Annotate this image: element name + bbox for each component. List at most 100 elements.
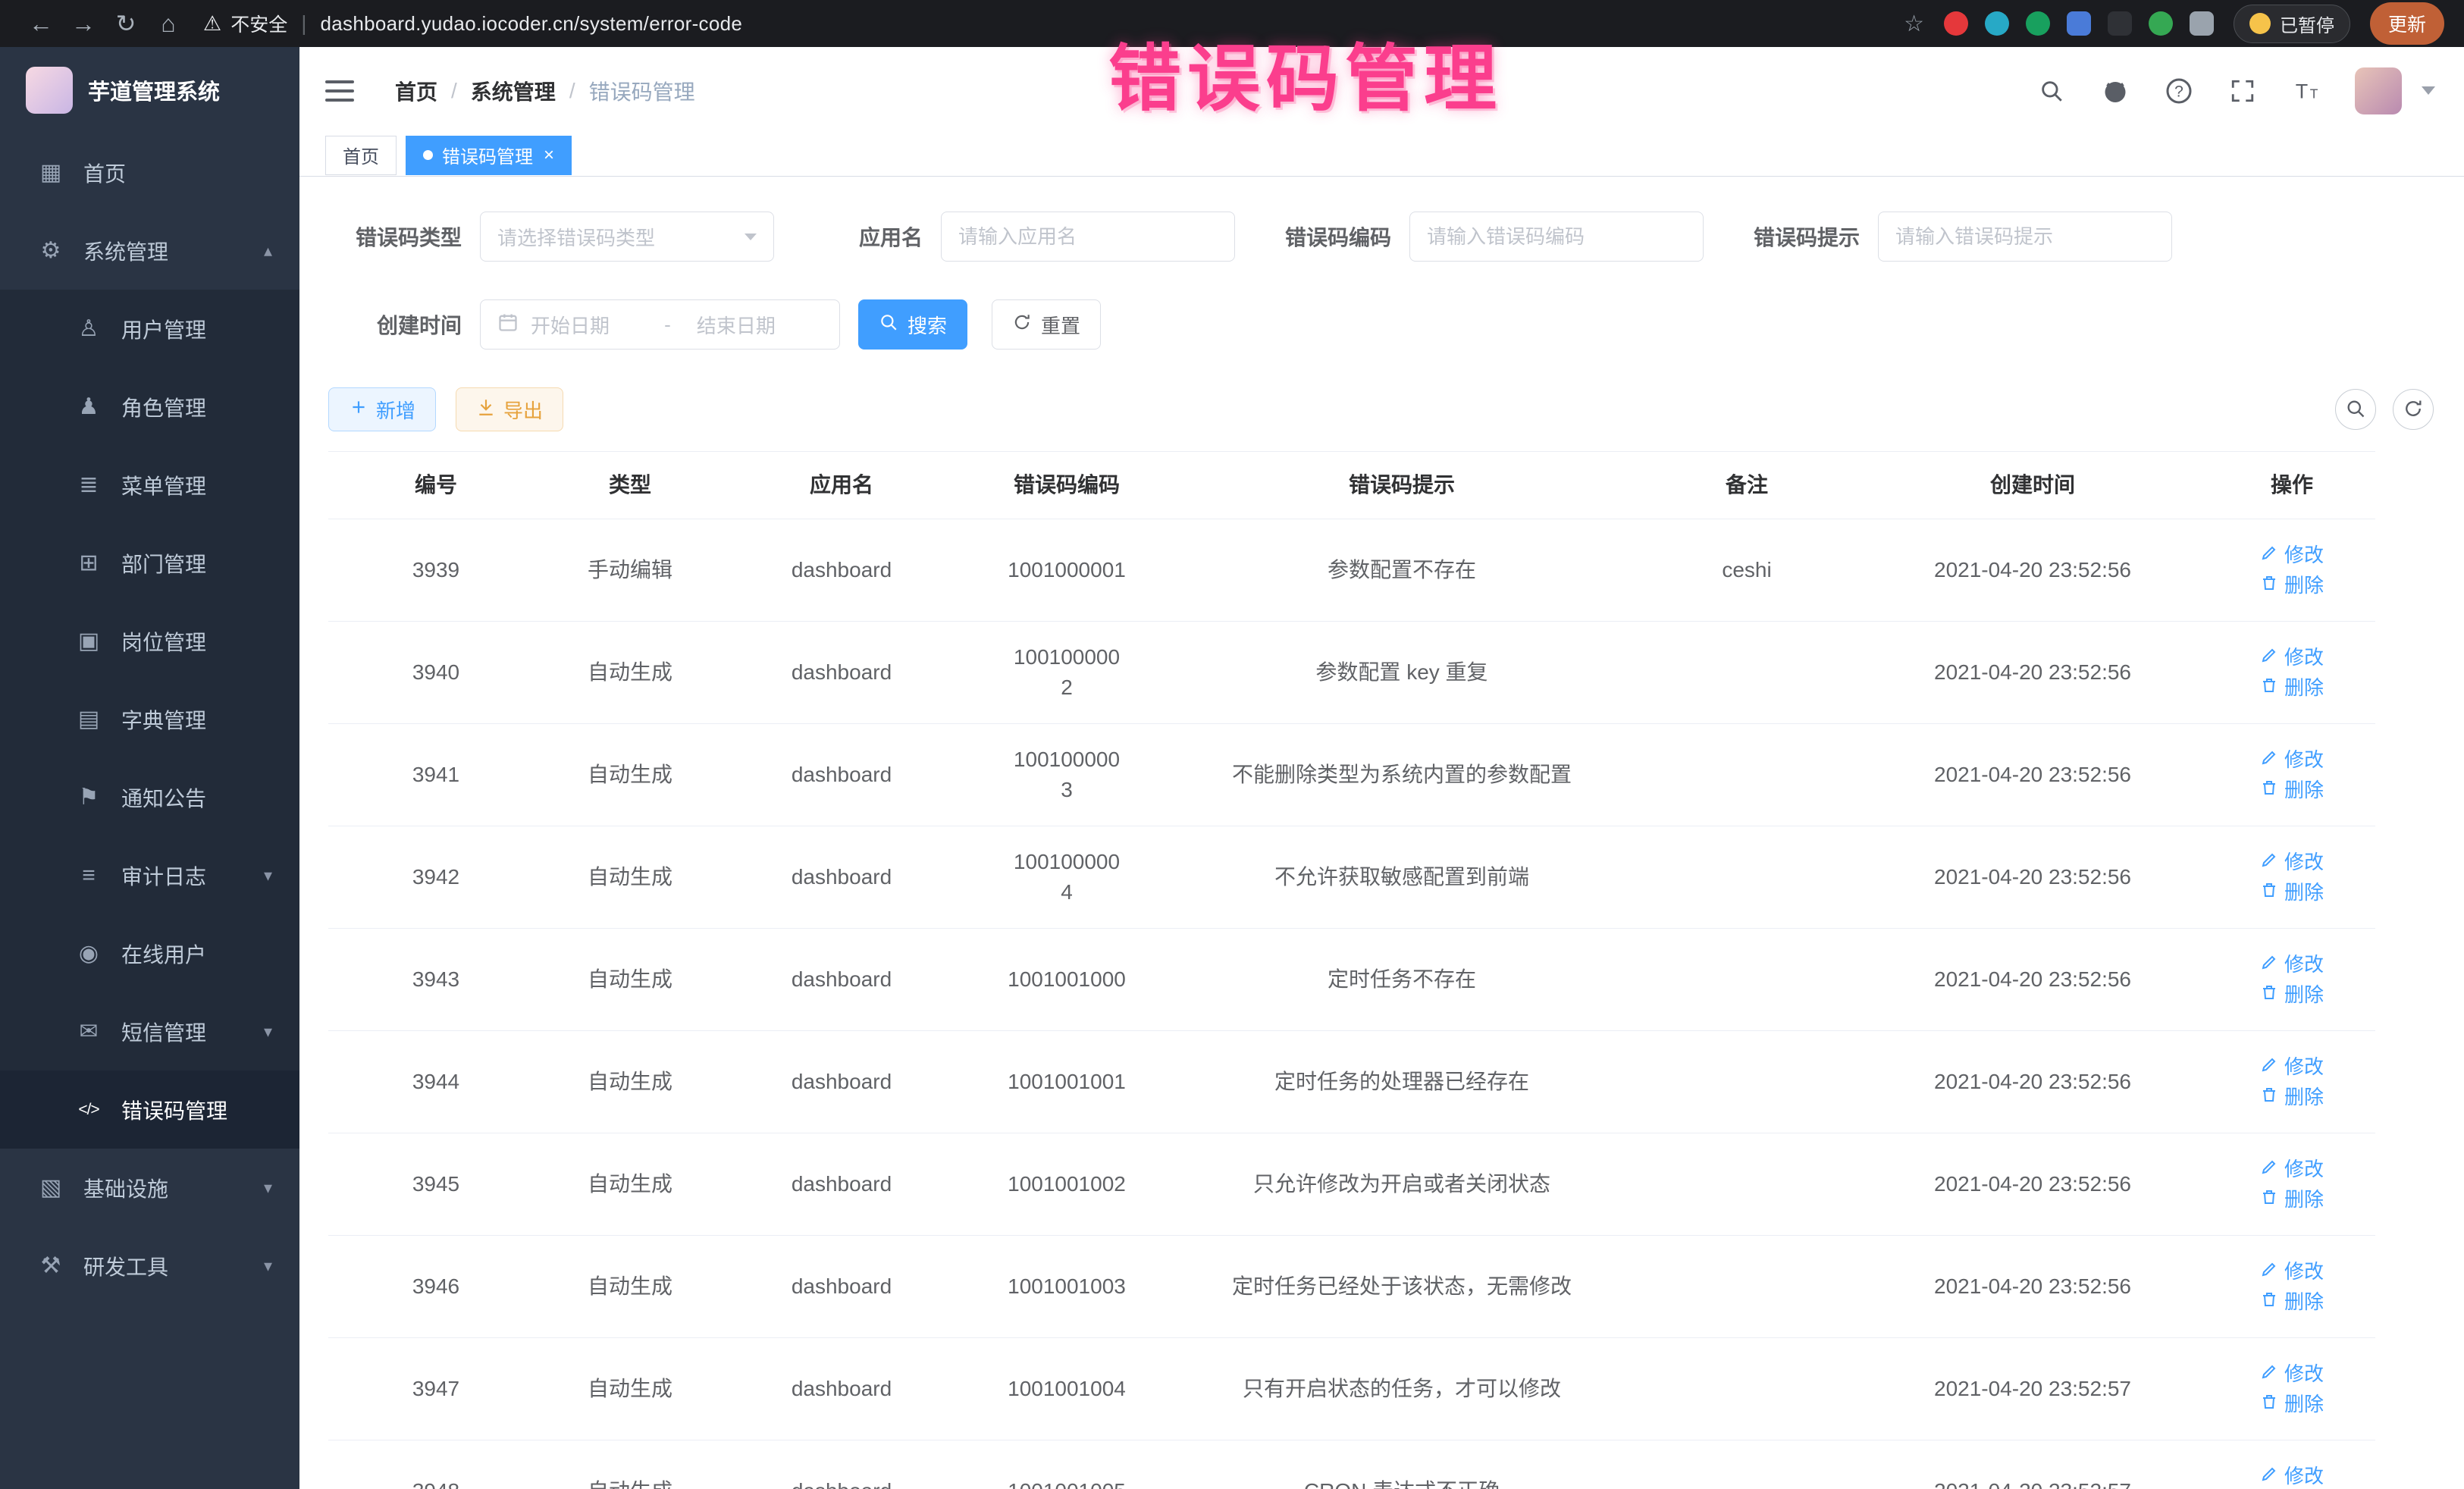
sidebar-item-label: 菜单管理 xyxy=(121,470,206,500)
back-icon[interactable]: ← xyxy=(20,0,62,47)
sidebar-item-sms[interactable]: ✉ 短信管理 ▾ xyxy=(0,992,299,1071)
error-code-input[interactable] xyxy=(1427,225,1686,249)
cell-type: 自动生成 xyxy=(544,1133,716,1236)
active-dot-icon xyxy=(423,150,433,160)
sidebar-item-role[interactable]: ♟ 角色管理 xyxy=(0,368,299,446)
delete-link[interactable]: 删除 xyxy=(2260,1082,2324,1112)
cell-code: 1001001000 xyxy=(967,929,1167,1031)
sidebar-item-dept[interactable]: ⊞ 部门管理 xyxy=(0,524,299,602)
breadcrumb-home[interactable]: 首页 xyxy=(395,76,437,106)
red-extension-icon[interactable] xyxy=(1944,11,1968,36)
reload-icon[interactable]: ↻ xyxy=(105,0,147,47)
address-bar[interactable]: dashboard.yudao.iocoder.cn/system/error-… xyxy=(321,12,743,36)
delete-link[interactable]: 删除 xyxy=(2260,672,2324,703)
help-icon[interactable]: ? xyxy=(2164,76,2194,106)
tab-close-icon[interactable] xyxy=(544,146,554,165)
browser-update-button[interactable]: 更新 xyxy=(2370,2,2444,45)
cell-app: dashboard xyxy=(716,929,967,1031)
sidebar-item-home[interactable]: ▦ 首页 xyxy=(0,133,299,212)
reset-button[interactable]: 重置 xyxy=(992,299,1101,350)
sidebar-item-dev-tool[interactable]: ⚒ 研发工具 ▾ xyxy=(0,1227,299,1305)
green-check-extension-icon[interactable] xyxy=(2026,11,2050,36)
search-icon[interactable] xyxy=(2036,76,2067,106)
chevron-down-icon xyxy=(745,234,757,240)
cell-ops: 修改 删除 xyxy=(2209,929,2375,1031)
cell-code: 1001001001 xyxy=(967,1031,1167,1133)
bookmark-star-icon[interactable]: ☆ xyxy=(1904,11,1924,37)
puzzle-extension-icon[interactable] xyxy=(2190,11,2214,36)
trash-icon xyxy=(2260,980,2278,1010)
dark-badge-extension-icon[interactable] xyxy=(2108,11,2132,36)
error-type-select[interactable]: 请选择错误码类型 xyxy=(480,212,774,262)
create-time-range-picker[interactable]: 开始日期 - 结束日期 xyxy=(480,299,840,350)
add-button[interactable]: 新增 xyxy=(328,387,436,431)
fullscreen-icon[interactable] xyxy=(2227,76,2258,106)
delete-link[interactable]: 删除 xyxy=(2260,877,2324,908)
search-button[interactable]: 搜索 xyxy=(858,299,967,350)
edit-link[interactable]: 修改 xyxy=(2260,1359,2324,1389)
delete-link[interactable]: 删除 xyxy=(2260,775,2324,805)
avatar[interactable] xyxy=(2355,67,2402,114)
sidebar-item-error-code[interactable]: </> 错误码管理 xyxy=(0,1071,299,1149)
sidebar-item-label: 用户管理 xyxy=(121,314,206,344)
cell-time: 2021-04-20 23:52:56 xyxy=(1857,519,2209,622)
tab-error-code[interactable]: 错误码管理 xyxy=(406,136,572,175)
sidebar-item-user[interactable]: ♙ 用户管理 xyxy=(0,290,299,368)
edit-link[interactable]: 修改 xyxy=(2260,1461,2324,1489)
main-content: 错误码类型 请选择错误码类型 应用名 错误码编码 错误码提示 xyxy=(299,177,2464,1489)
delete-link[interactable]: 删除 xyxy=(2260,1389,2324,1419)
paused-badge[interactable]: 已暂停 xyxy=(2234,5,2350,43)
edit-link[interactable]: 修改 xyxy=(2260,1154,2324,1184)
cell-ops: 修改 删除 xyxy=(2209,1133,2375,1236)
edit-link[interactable]: 修改 xyxy=(2260,540,2324,570)
grid-extension-icon[interactable] xyxy=(2067,11,2091,36)
chevron-down-icon[interactable] xyxy=(2422,86,2435,95)
green-extension-icon[interactable] xyxy=(2149,11,2173,36)
user-icon: ♙ xyxy=(70,315,108,342)
security-chip[interactable]: ⚠ 不安全 xyxy=(203,10,287,37)
github-icon[interactable] xyxy=(2100,76,2130,106)
refresh-table-button[interactable] xyxy=(2393,389,2434,430)
edit-link[interactable]: 修改 xyxy=(2260,744,2324,775)
sidebar-item-post[interactable]: ▣ 岗位管理 xyxy=(0,602,299,680)
sidebar-item-infra[interactable]: ▧ 基础设施 ▾ xyxy=(0,1149,299,1227)
breadcrumb-system[interactable]: 系统管理 xyxy=(471,76,556,106)
teal-extension-icon[interactable] xyxy=(1985,11,2009,36)
edit-link[interactable]: 修改 xyxy=(2260,847,2324,877)
edit-link[interactable]: 修改 xyxy=(2260,1052,2324,1082)
toggle-search-button[interactable] xyxy=(2335,389,2376,430)
cell-id: 3944 xyxy=(328,1031,544,1133)
sidebar-item-label: 在线用户 xyxy=(121,939,206,969)
delete-link[interactable]: 删除 xyxy=(2260,1287,2324,1317)
sidebar-item-dict[interactable]: ▤ 字典管理 xyxy=(0,680,299,758)
app-logo[interactable]: 芋道管理系统 xyxy=(0,47,299,133)
cell-hint: 只允许修改为开启或者关闭状态 xyxy=(1167,1133,1637,1236)
cell-code: 1001001003 xyxy=(967,1236,1167,1338)
menu-list-icon: ≣ xyxy=(70,472,108,498)
hamburger-menu-icon[interactable] xyxy=(325,74,356,108)
sidebar-item-system[interactable]: ⚙ 系统管理 ▴ xyxy=(0,212,299,290)
sidebar-item-online-user[interactable]: ◉ 在线用户 xyxy=(0,914,299,992)
home-icon[interactable]: ⌂ xyxy=(147,0,190,47)
export-button[interactable]: 导出 xyxy=(456,387,563,431)
delete-link[interactable]: 删除 xyxy=(2260,1184,2324,1215)
sidebar-item-menu[interactable]: ≣ 菜单管理 xyxy=(0,446,299,524)
delete-link[interactable]: 删除 xyxy=(2260,570,2324,600)
cell-hint: 不允许获取敏感配置到前端 xyxy=(1167,826,1637,929)
app-name-input[interactable] xyxy=(958,225,1218,249)
forward-icon[interactable]: → xyxy=(62,0,105,47)
delete-link[interactable]: 删除 xyxy=(2260,980,2324,1010)
sidebar-item-audit-log[interactable]: ≡ 审计日志 ▾ xyxy=(0,836,299,914)
cell-app: dashboard xyxy=(716,1133,967,1236)
error-hint-input[interactable] xyxy=(1895,225,2155,249)
tab-home[interactable]: 首页 xyxy=(325,136,397,175)
font-size-icon[interactable]: TT xyxy=(2291,76,2321,106)
cell-app: dashboard xyxy=(716,1338,967,1440)
edit-link[interactable]: 修改 xyxy=(2260,642,2324,672)
online-user-icon: ◉ xyxy=(70,940,108,967)
sidebar-item-notice[interactable]: ⚑ 通知公告 xyxy=(0,758,299,836)
edit-link[interactable]: 修改 xyxy=(2260,1256,2324,1287)
pencil-icon xyxy=(2260,1256,2278,1287)
edit-link[interactable]: 修改 xyxy=(2260,949,2324,980)
sidebar-item-label: 部门管理 xyxy=(121,548,206,578)
